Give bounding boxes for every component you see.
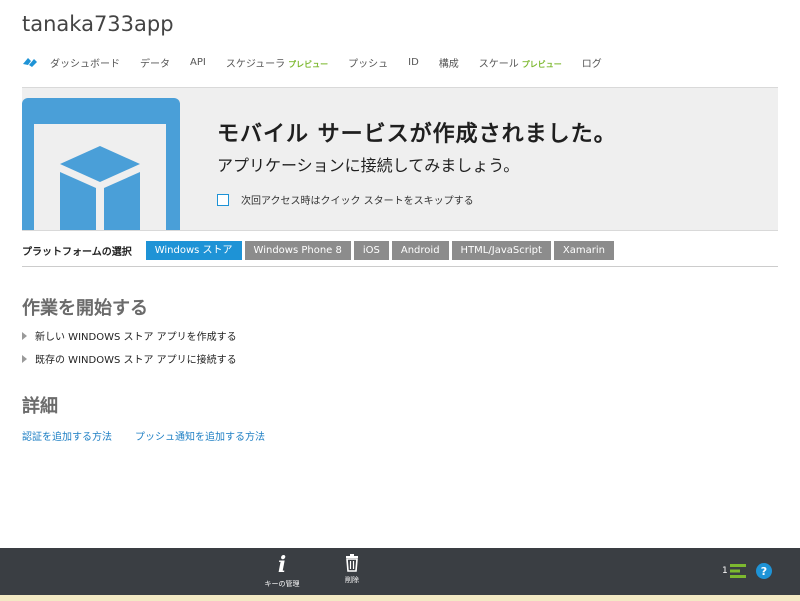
nav-dashboard[interactable]: ダッシュボード [50, 55, 120, 70]
mobile-services-icon[interactable] [22, 55, 38, 69]
top-nav: ダッシュボード データ API スケジューラ プレビュー プッシュ ID 構成 ス… [22, 52, 622, 72]
command-bar: i キーの管理 削除 [0, 548, 800, 595]
info-icon: i [277, 552, 287, 578]
manage-keys-button[interactable]: i キーの管理 [252, 554, 312, 589]
notifications-button[interactable]: 1 [722, 564, 746, 578]
create-new-app-label: 新しい WINDOWS ストア アプリを作成する [35, 332, 237, 343]
quickstart-banner: モバイル サービスが作成されました。 アプリケーションに接続してみましょう。 次… [22, 87, 778, 231]
delete-label: 削除 [345, 576, 359, 584]
expand-arrow-icon [22, 331, 27, 340]
get-started-title: 作業を開始する [22, 298, 148, 319]
tab-windows-store[interactable]: Windows ストア [145, 240, 242, 260]
nav-api[interactable]: API [190, 57, 206, 68]
divider [22, 266, 778, 267]
create-new-app-item[interactable]: 新しい WINDOWS ストア アプリを作成する [22, 328, 237, 343]
nav-configure[interactable]: 構成 [439, 55, 459, 70]
app-title: tanaka733app [22, 12, 174, 36]
tab-html-javascript[interactable]: HTML/JavaScript [451, 240, 551, 260]
tab-xamarin[interactable]: Xamarin [553, 240, 614, 260]
add-auth-link[interactable]: 認証を追加する方法 [22, 428, 112, 443]
help-button[interactable]: ? [756, 563, 772, 579]
bottom-accent-strip [0, 595, 800, 601]
nav-scale[interactable]: スケール プレビュー [479, 55, 562, 70]
tab-ios[interactable]: iOS [353, 240, 389, 260]
notification-count: 1 [722, 566, 728, 576]
nav-push[interactable]: プッシュ [348, 55, 388, 70]
banner-subtitle: アプリケーションに接続してみましょう。 [217, 156, 520, 175]
expand-arrow-icon [22, 354, 27, 363]
tab-android[interactable]: Android [391, 240, 449, 260]
platform-label: プラットフォームの選択 [22, 246, 132, 258]
preview-badge: プレビュー [288, 59, 329, 69]
preview-badge: プレビュー [521, 59, 562, 69]
platform-selector: プラットフォームの選択 Windows ストア Windows Phone 8 … [22, 240, 617, 260]
tab-windows-phone-8[interactable]: Windows Phone 8 [244, 240, 351, 260]
delete-button[interactable]: 削除 [322, 554, 382, 585]
nav-identity[interactable]: ID [408, 57, 419, 68]
connect-existing-app-item[interactable]: 既存の WINDOWS ストア アプリに接続する [22, 351, 237, 366]
connect-existing-app-label: 既存の WINDOWS ストア アプリに接続する [35, 355, 237, 366]
skip-quickstart-label: 次回アクセス時はクイック スタートをスキップする [241, 196, 474, 207]
nav-scheduler[interactable]: スケジューラ プレビュー [226, 55, 328, 70]
notifications-list-icon [729, 564, 746, 578]
skip-quickstart-checkbox[interactable] [217, 193, 229, 206]
details-title: 詳細 [22, 396, 58, 417]
nav-data[interactable]: データ [140, 55, 170, 70]
manage-keys-label: キーの管理 [264, 580, 300, 588]
details-links: 認証を追加する方法 プッシュ通知を追加する方法 [22, 428, 288, 443]
trash-icon [346, 554, 358, 572]
mobile-device-illustration [22, 98, 180, 230]
add-push-link[interactable]: プッシュ通知を追加する方法 [135, 428, 265, 443]
banner-headline: モバイル サービスが作成されました。 [217, 122, 617, 147]
skip-quickstart-row: 次回アクセス時はクイック スタートをスキップする [217, 192, 474, 207]
nav-logs[interactable]: ログ [582, 55, 602, 70]
